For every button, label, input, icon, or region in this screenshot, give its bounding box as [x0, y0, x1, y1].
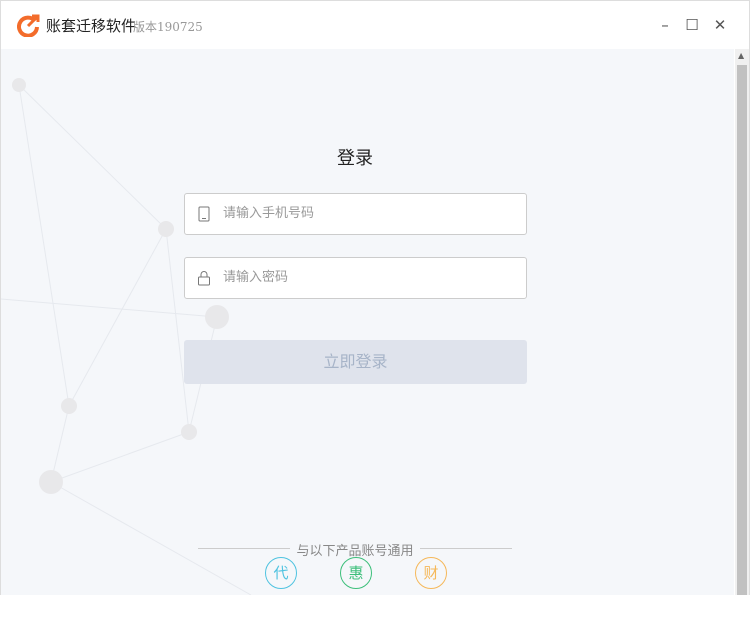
scrollbar[interactable]: ▲: [735, 49, 749, 595]
product-dai-icon[interactable]: 代: [265, 557, 297, 589]
phone-field[interactable]: [184, 193, 527, 235]
phone-icon: [198, 206, 210, 222]
maximize-button[interactable]: ☐: [682, 15, 702, 35]
lock-icon: [198, 271, 210, 286]
scrollbar-thumb[interactable]: [737, 65, 747, 595]
app-title: 账套迁移软件: [46, 17, 137, 35]
network-background: [1, 78, 252, 595]
title-bar: 账套迁移软件 版本190725 – ☐ ✕: [1, 1, 749, 49]
phone-input[interactable]: [221, 204, 515, 221]
login-button[interactable]: 立即登录: [184, 340, 527, 384]
app-logo-icon: [17, 14, 40, 37]
app-window: 账套迁移软件 版本190725 – ☐ ✕ 登录 立即登录 与以下产品账号通用 …: [0, 0, 750, 595]
product-cai-icon[interactable]: 财: [415, 557, 447, 589]
password-field[interactable]: [184, 257, 527, 299]
scroll-up-icon[interactable]: ▲: [738, 51, 744, 60]
app-version: 版本190725: [133, 20, 203, 34]
close-button[interactable]: ✕: [710, 15, 730, 35]
product-hui-icon[interactable]: 惠: [340, 557, 372, 589]
login-heading: 登录: [337, 148, 373, 169]
password-input[interactable]: [221, 268, 515, 285]
login-panel: 登录 立即登录 与以下产品账号通用 代 惠 财: [1, 49, 734, 595]
minimize-button[interactable]: –: [655, 15, 675, 35]
